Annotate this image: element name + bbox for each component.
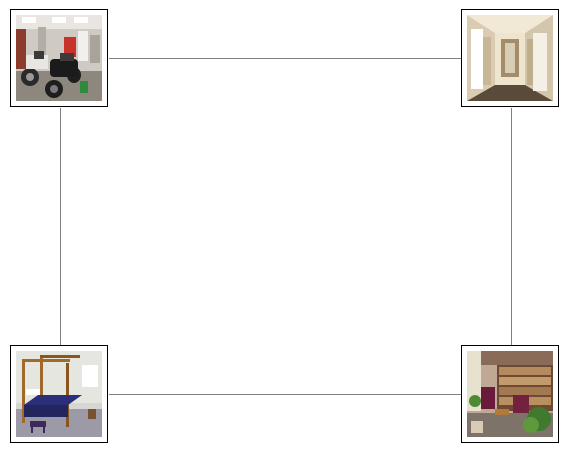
edge-left xyxy=(60,108,61,346)
image-graph xyxy=(0,0,570,455)
edge-right xyxy=(511,108,512,346)
node-bottom-left[interactable] xyxy=(10,345,108,443)
node-bottom-right[interactable] xyxy=(461,345,559,443)
node-top-left[interactable] xyxy=(10,9,108,107)
canopy-bed-room-photo xyxy=(16,351,102,437)
bookshelf-sitting-room-photo xyxy=(467,351,553,437)
edge-bottom xyxy=(109,394,462,395)
node-top-right[interactable] xyxy=(461,9,559,107)
hallway-photo xyxy=(467,15,553,101)
motorcycle-garage-photo xyxy=(16,15,102,101)
edge-top xyxy=(109,58,462,59)
